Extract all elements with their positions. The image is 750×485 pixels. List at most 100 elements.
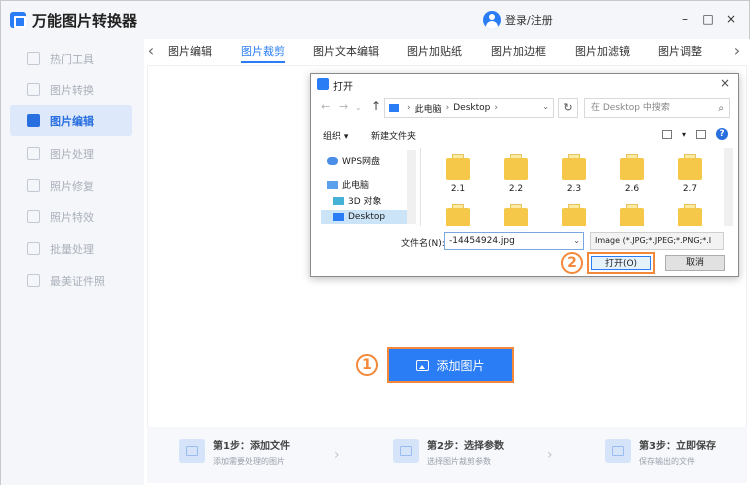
forward-arrow-icon[interactable]: →	[339, 100, 348, 113]
folder-icon[interactable]	[562, 154, 586, 180]
edit-icon	[27, 114, 40, 127]
recent-dropdown-icon[interactable]: ⌄	[355, 103, 362, 112]
folder-label[interactable]: 2.3	[559, 184, 589, 194]
filename-value: -14454924.jpg	[449, 236, 515, 246]
sidebar-item-id-photo[interactable]: 最美证件照	[10, 265, 132, 296]
nav-item-label: 3D 对象	[348, 197, 382, 207]
folder-label[interactable]: 2.2	[501, 184, 531, 194]
dialog-title-bar: 打开 ×	[311, 74, 738, 94]
search-placeholder: 在 Desktop 中搜索	[591, 103, 670, 113]
new-folder-button[interactable]: 新建文件夹	[371, 129, 416, 142]
folder-icon[interactable]	[446, 204, 470, 226]
dialog-close-button[interactable]: ×	[720, 76, 730, 90]
organize-menu[interactable]: 组织 ▾	[323, 129, 348, 142]
close-button[interactable]: ×	[723, 11, 739, 27]
app-window: 万能图片转换器 登录/注册 – □ × 热门工具 图片转换 图片编辑 图片处理 …	[0, 0, 750, 485]
dialog-app-icon	[317, 78, 329, 90]
address-row: ← → ⌄ ↑ › 此电脑 › Desktop › ⌄ ↻ 在 Desktop …	[311, 98, 738, 118]
nav-item-desktop[interactable]: Desktop	[321, 210, 407, 224]
nav-item-wps[interactable]: WPS网盘	[327, 154, 380, 167]
navigation-pane: WPS网盘 此电脑 3D 对象 Desktop	[321, 148, 421, 226]
title-bar: 万能图片转换器 登录/注册 – □ ×	[1, 1, 749, 39]
folder-label[interactable]: 2.1	[443, 184, 473, 194]
search-icon: ⌕	[718, 103, 724, 114]
login-button[interactable]: 登录/注册	[483, 11, 553, 29]
process-icon	[27, 147, 40, 160]
computer-icon	[389, 104, 399, 112]
sidebar-item-effects[interactable]: 照片特效	[10, 201, 132, 232]
step-marker-1: 1	[356, 354, 378, 376]
breadcrumb-desktop[interactable]: Desktop	[453, 103, 490, 113]
sidebar-item-batch[interactable]: 批量处理	[10, 233, 132, 264]
cube-icon	[333, 196, 344, 205]
folder-icon[interactable]	[562, 204, 586, 226]
step-3: 第3步：立即保存 保存输出的文件	[605, 435, 716, 475]
folder-icon[interactable]	[504, 154, 528, 180]
tab-prev-icon[interactable]: ‹	[144, 42, 158, 60]
folder-label[interactable]: 2.6	[617, 184, 647, 194]
tab-image-border[interactable]: 图片加边框	[491, 43, 546, 59]
save-icon	[605, 439, 631, 463]
sidebar-item-edit[interactable]: 图片编辑	[10, 105, 132, 136]
sidebar-item-label: 最美证件照	[50, 274, 105, 288]
select-params-icon	[393, 439, 419, 463]
cancel-button[interactable]: 取消	[665, 255, 725, 271]
tab-image-edit[interactable]: 图片编辑	[168, 43, 212, 59]
nav-item-3d-objects[interactable]: 3D 对象	[333, 194, 382, 207]
file-list-scrollbar[interactable]	[724, 148, 733, 226]
nav-item-this-pc[interactable]: 此电脑	[327, 178, 369, 191]
tab-image-adjust[interactable]: 图片调整	[658, 43, 702, 59]
back-arrow-icon[interactable]: ←	[321, 100, 330, 113]
tab-image-sticker[interactable]: 图片加贴纸	[407, 43, 462, 59]
sidebar-item-label: 图片转换	[50, 83, 94, 97]
folder-icon[interactable]	[620, 204, 644, 226]
folder-icon[interactable]	[678, 204, 702, 226]
step-marker-2: 2	[561, 252, 583, 274]
open-button[interactable]: 打开(O)	[587, 252, 655, 274]
folder-label[interactable]: 2.7	[675, 184, 705, 194]
chevron-down-icon[interactable]: ⌄	[542, 102, 549, 111]
file-type-select[interactable]: Image (*.JPG;*.JPEG;*.PNG;*.I	[590, 232, 724, 250]
dialog-title: 打开	[333, 82, 353, 93]
filename-label: 文件名(N):	[401, 239, 445, 249]
add-image-button[interactable]: 添加图片	[387, 347, 514, 383]
folder-icon[interactable]	[678, 154, 702, 180]
sidebar-item-process[interactable]: 图片处理	[10, 138, 132, 169]
chevron-down-icon[interactable]: ▾	[682, 130, 686, 139]
help-icon[interactable]: ?	[716, 128, 728, 140]
nav-item-label: Desktop	[348, 212, 386, 222]
computer-icon	[327, 180, 338, 189]
sidebar-item-repair[interactable]: 照片修复	[10, 170, 132, 201]
steps-bar: 第1步：添加文件 添加需要处理的图片 › 第2步：选择参数 选择图片裁剪参数 ›…	[147, 427, 747, 483]
file-list: 2.1 2.2 2.3 2.6 2.7	[424, 148, 724, 226]
filename-input[interactable]: -14454924.jpg ⌄	[444, 232, 584, 250]
tab-image-crop[interactable]: 图片裁剪	[241, 43, 285, 63]
chevron-down-icon[interactable]: ⌄	[573, 233, 580, 249]
sidebar-item-hot-tools[interactable]: 热门工具	[10, 43, 132, 74]
folder-icon[interactable]	[504, 204, 528, 226]
step-desc: 选择图片裁剪参数	[427, 457, 491, 466]
view-mode-icon[interactable]	[661, 129, 672, 139]
tab-bar: ‹ 图片编辑 图片裁剪 图片文本编辑 图片加贴纸 图片加边框 图片加滤镜 图片调…	[144, 39, 750, 65]
maximize-button[interactable]: □	[700, 11, 716, 27]
minimize-button[interactable]: –	[677, 11, 693, 27]
batch-icon	[27, 242, 40, 255]
breadcrumb-this-pc[interactable]: 此电脑	[415, 102, 442, 115]
nav-scrollbar[interactable]	[407, 150, 416, 224]
up-arrow-icon[interactable]: ↑	[371, 99, 381, 113]
sidebar-item-label: 热门工具	[50, 52, 94, 66]
folder-icon[interactable]	[446, 154, 470, 180]
convert-icon	[27, 83, 40, 96]
open-button-label: 打开(O)	[591, 256, 651, 270]
tab-next-icon[interactable]: ›	[730, 42, 744, 60]
sidebar-item-convert[interactable]: 图片转换	[10, 74, 132, 105]
folder-icon[interactable]	[620, 154, 644, 180]
app-title: 万能图片转换器	[32, 12, 138, 30]
preview-pane-icon[interactable]	[696, 129, 706, 139]
tab-image-filter[interactable]: 图片加滤镜	[575, 43, 630, 59]
search-input[interactable]: 在 Desktop 中搜索 ⌕	[584, 98, 730, 118]
effects-icon	[27, 210, 40, 223]
address-bar[interactable]: › 此电脑 › Desktop › ⌄	[384, 98, 554, 118]
refresh-button[interactable]: ↻	[558, 98, 578, 118]
tab-image-text-edit[interactable]: 图片文本编辑	[313, 43, 379, 59]
